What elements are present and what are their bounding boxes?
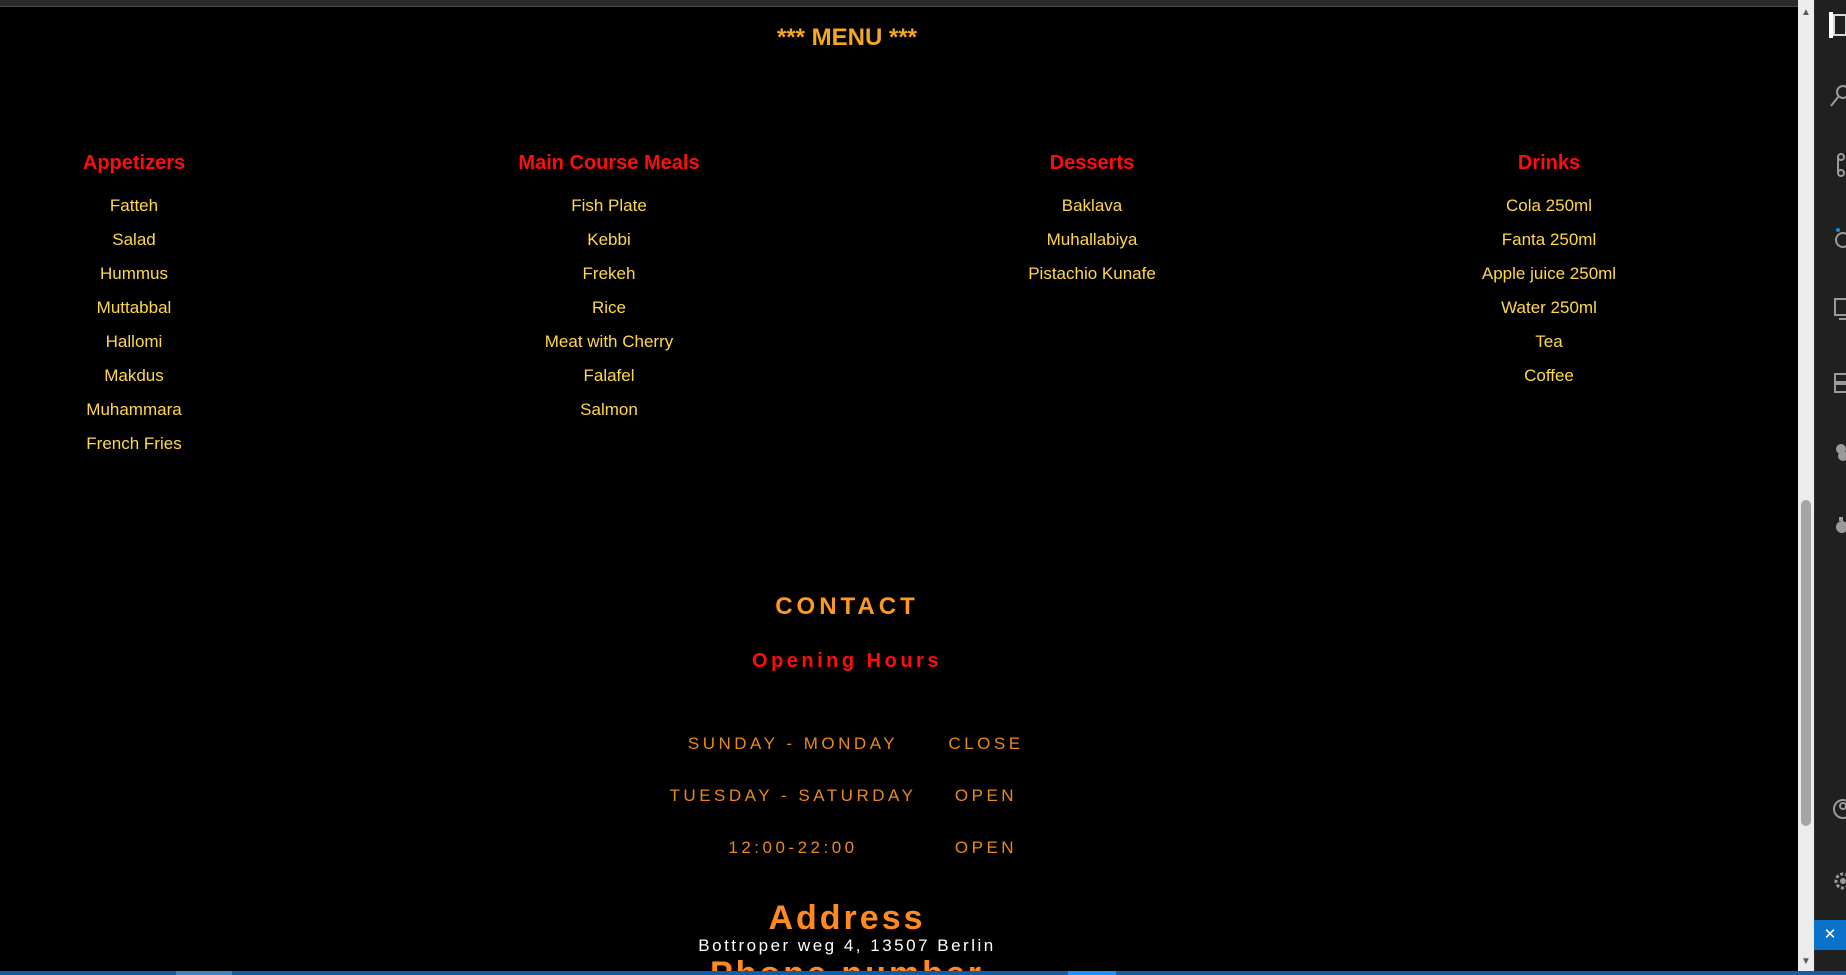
menu-item: Makdus [104, 366, 164, 385]
hours-day: 12:00-22:00 [728, 838, 858, 857]
menu-item: Water 250ml [1501, 298, 1597, 317]
hours-status: OPEN [954, 786, 1018, 805]
hours-day: TUESDAY - SATURDAY [669, 786, 917, 805]
hours-status: CLOSE [948, 734, 1024, 753]
docker-icon[interactable] [1829, 512, 1846, 538]
menu-item: Pistachio Kunafe [1028, 264, 1156, 283]
settings-gear-icon[interactable] [1829, 868, 1846, 894]
category-heading: Main Course Meals [518, 152, 700, 174]
category-heading: Appetizers [82, 152, 186, 174]
database-icon[interactable] [1829, 440, 1846, 466]
category-items: Fatteh Salad Hummus Muttabbal Hallomi Ma… [34, 196, 234, 468]
scroll-up-icon[interactable]: ▲ [1798, 4, 1814, 22]
menu-item: Kebbi [587, 230, 631, 249]
menu-item: Coffee [1524, 366, 1574, 385]
menu-category-drinks: Drinks Cola 250ml Fanta 250ml Apple juic… [1449, 150, 1649, 400]
page-scrollbar[interactable]: ▲ ▼ [1798, 0, 1814, 975]
remote-explorer-icon[interactable] [1829, 296, 1846, 322]
remote-window-icon[interactable]: ✕ [1814, 920, 1846, 950]
menu-item: French Fries [86, 434, 182, 453]
web-page: *** MENU *** Appetizers Fatteh Salad Hum… [0, 0, 1802, 975]
contact-title: CONTACT [775, 593, 919, 620]
menu-item: Salad [112, 230, 156, 249]
scroll-down-icon[interactable]: ▼ [1798, 953, 1814, 971]
menu-item: Fish Plate [571, 196, 647, 215]
menu-item: Hummus [99, 264, 168, 283]
run-debug-icon[interactable] [1829, 226, 1846, 252]
status-bar-item[interactable] [176, 971, 232, 975]
scroll-thumb[interactable] [1801, 500, 1811, 826]
menu-item: Baklava [1061, 196, 1123, 215]
menu-category-main-course: Main Course Meals Fish Plate Kebbi Freke… [509, 150, 709, 434]
category-items: Fish Plate Kebbi Frekeh Rice Meat with C… [509, 196, 709, 434]
menu-item: Salmon [580, 400, 638, 419]
category-heading: Drinks [1517, 152, 1581, 174]
menu-title: *** MENU *** [776, 24, 918, 51]
source-control-icon[interactable] [1829, 152, 1846, 178]
menu-category-desserts: Desserts Baklava Muhallabiya Pistachio K… [992, 150, 1192, 298]
menu-item: Meat with Cherry [544, 332, 674, 351]
hours-row: TUESDAY - SATURDAY OPEN [0, 784, 1694, 808]
address-title: Address [768, 899, 926, 937]
menu-item: Rice [591, 298, 626, 317]
explorer-icon[interactable] [1829, 12, 1846, 38]
menu-item: Fanta 250ml [1501, 230, 1597, 249]
menu-item: Fatteh [109, 196, 159, 215]
category-items: Baklava Muhallabiya Pistachio Kunafe [992, 196, 1192, 298]
menu-item: Apple juice 250ml [1481, 264, 1617, 283]
menu-item: Tea [1535, 332, 1563, 351]
hours-row: 12:00-22:00 OPEN [0, 836, 1694, 860]
menu-category-appetizers: Appetizers Fatteh Salad Hummus Muttabbal… [34, 150, 234, 468]
opening-hours-title: Opening Hours [752, 650, 942, 672]
status-bar-item[interactable] [1068, 971, 1116, 975]
menu-item: Cola 250ml [1506, 196, 1592, 215]
hours-day: SUNDAY - MONDAY [687, 734, 899, 753]
window-top-edge [0, 0, 1802, 7]
menu-item: Hallomi [105, 332, 163, 351]
menu-item: Falafel [583, 366, 635, 385]
category-heading: Desserts [1049, 152, 1135, 174]
status-bar [0, 971, 1846, 975]
category-items: Cola 250ml Fanta 250ml Apple juice 250ml… [1449, 196, 1649, 400]
menu-item: Frekeh [582, 264, 636, 283]
hours-row: SUNDAY - MONDAY CLOSE [0, 732, 1694, 756]
hours-status: OPEN [954, 838, 1018, 857]
account-icon[interactable] [1829, 796, 1846, 822]
extensions-icon[interactable] [1829, 370, 1846, 396]
menu-item: Muttabbal [96, 298, 172, 317]
editor-activity-bar [1814, 0, 1846, 975]
menu-item: Muhallabiya [1046, 230, 1138, 249]
address-text: Bottroper weg 4, 13507 Berlin [698, 936, 996, 955]
menu-item: Muhammara [86, 400, 182, 419]
search-icon[interactable] [1829, 84, 1846, 110]
